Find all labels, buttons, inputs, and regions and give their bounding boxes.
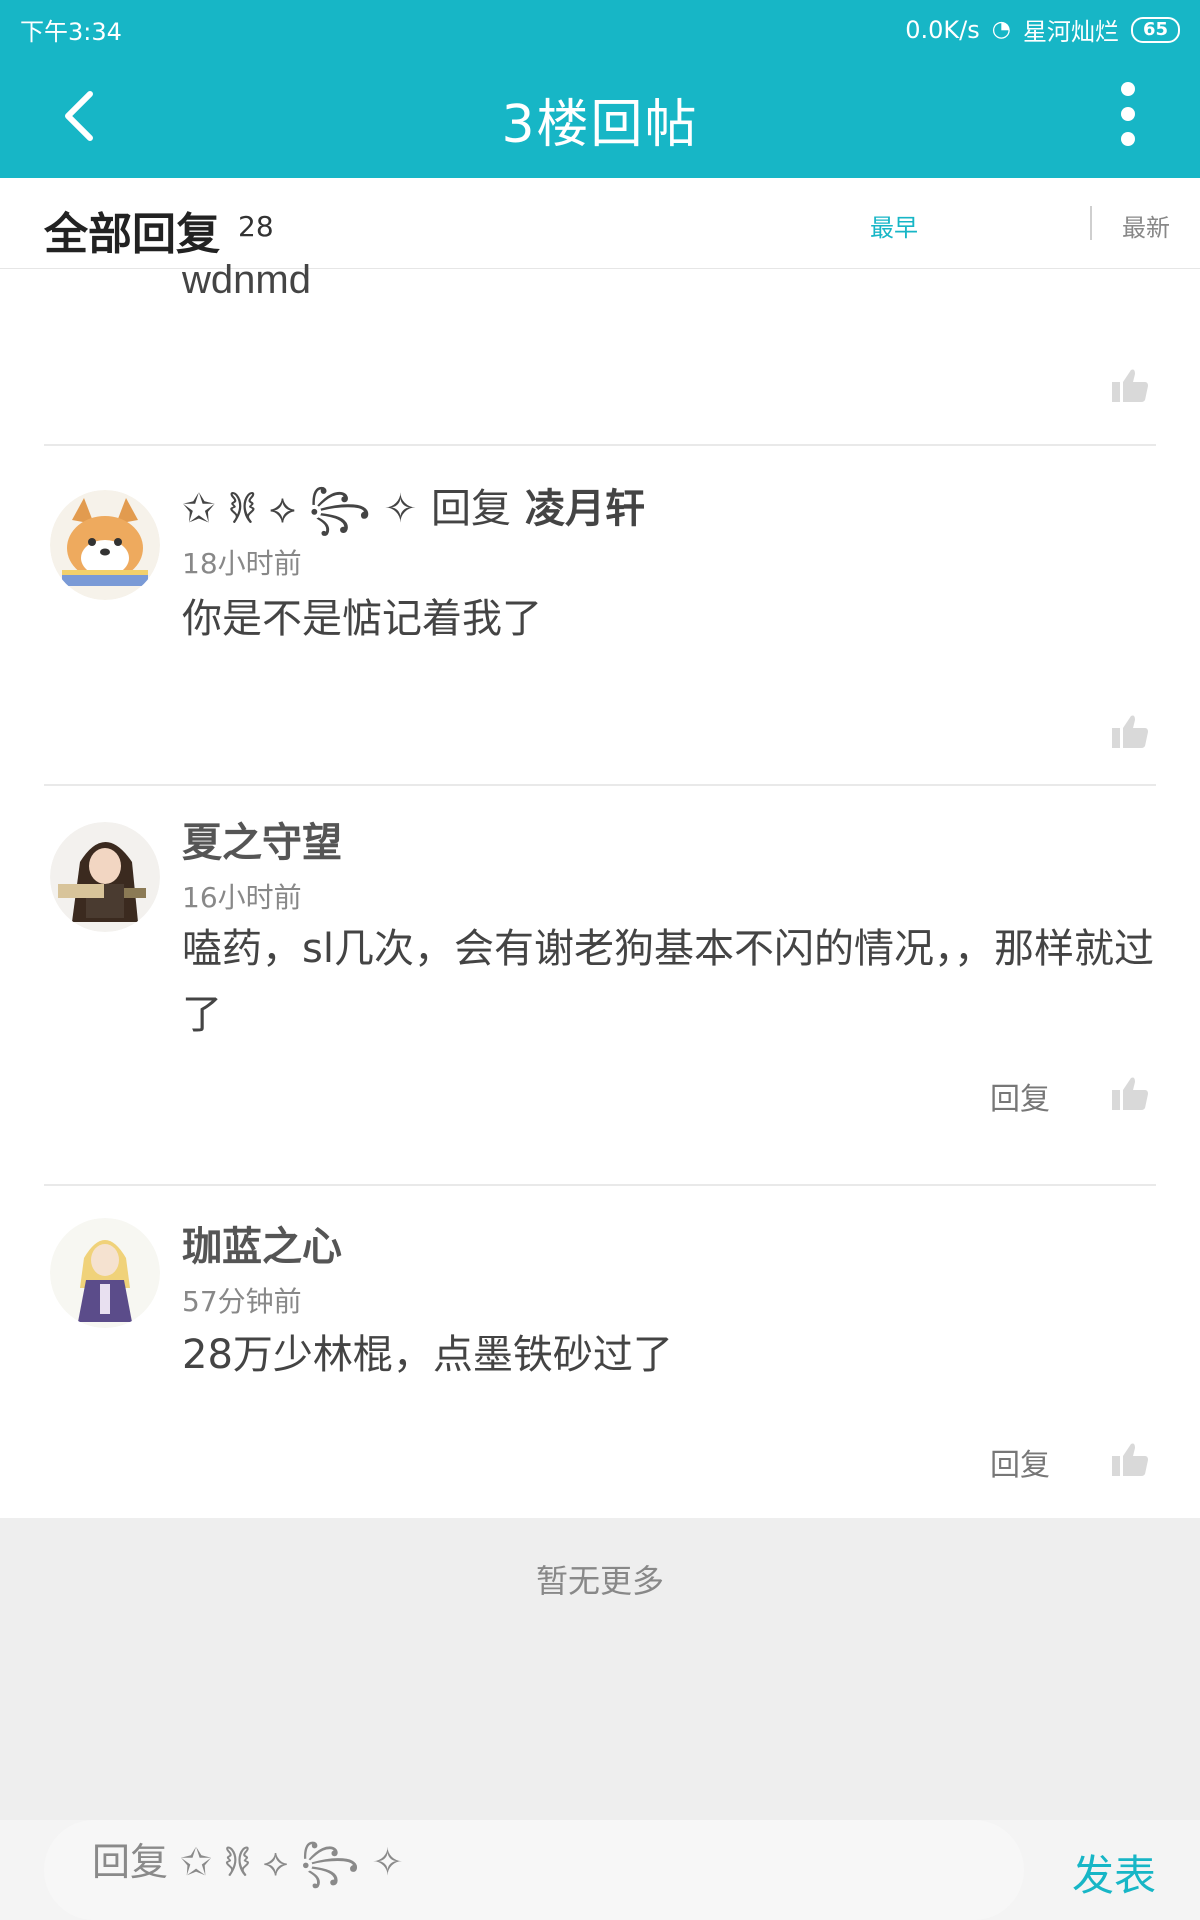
- sort-separator: [1090, 206, 1092, 240]
- sort-latest-button[interactable]: 最新: [1122, 208, 1170, 243]
- reply-to-word: 回复: [431, 486, 512, 532]
- reply-to-user[interactable]: 凌月轩: [525, 486, 645, 532]
- bottom-reply-bar: 回复 ✩ 𐦍 ⟡ ꧂ ✧ 发表: [0, 1820, 1200, 1920]
- anime-blonde-avatar-image: [50, 1218, 160, 1328]
- reply-button[interactable]: 回复: [990, 1074, 1050, 1118]
- divider: [44, 784, 1156, 786]
- reply-time: 18小时前: [182, 547, 302, 580]
- battery-level: 65: [1142, 18, 1168, 40]
- no-more-area: 暂无更多: [0, 1518, 1200, 1820]
- wifi-icon: ◔: [991, 17, 1011, 42]
- more-dot: [1121, 132, 1135, 146]
- battery-icon: 65: [1130, 16, 1180, 43]
- anime-girl-avatar-image: [50, 822, 160, 932]
- network-name: 星河灿烂: [1022, 18, 1119, 46]
- shiba-avatar-image: [50, 490, 160, 600]
- replies-bar: 全部回复 28 最早 最新: [0, 178, 1200, 269]
- status-time: 下午3:34: [20, 18, 122, 46]
- more-dot: [1121, 107, 1135, 121]
- reply-author[interactable]: 夏之守望: [182, 810, 342, 868]
- reply-content: 28万少林棍，点墨铁砂过了: [182, 1332, 673, 1378]
- avatar[interactable]: [50, 822, 160, 932]
- status-bar: 下午3:34 0.0K/s ◔ 星河灿烂 65: [0, 0, 1200, 52]
- sort-earliest-button[interactable]: 最早: [870, 208, 918, 243]
- reply-content: 你是不是惦记着我了: [182, 596, 542, 642]
- more-vertical-icon: [1121, 82, 1135, 96]
- page-title: 3楼回帖: [501, 95, 699, 155]
- divider: [44, 444, 1156, 446]
- more-button[interactable]: [1108, 82, 1148, 146]
- network-speed: 0.0K/s: [905, 15, 980, 44]
- status-right: 0.0K/s ◔ 星河灿烂 65: [905, 12, 1180, 47]
- avatar[interactable]: [50, 1218, 160, 1328]
- avatar[interactable]: [50, 490, 160, 600]
- publish-button[interactable]: 发表: [1072, 1842, 1156, 1903]
- like-icon[interactable]: [1112, 714, 1148, 748]
- replies-count: 28: [238, 210, 274, 243]
- reply-content: 嗑药，sl几次，会有谢老狗基本不闪的情况，，那样就过了: [182, 926, 1154, 1038]
- reply-input[interactable]: 回复 ✩ 𐦍 ⟡ ꧂ ✧: [44, 1820, 1024, 1920]
- reply-author[interactable]: ✩ 𐦍 ⟡ ꧂ ✧: [182, 486, 417, 532]
- like-icon[interactable]: [1112, 1442, 1148, 1476]
- top-app-bar: 3楼回帖: [0, 52, 1200, 178]
- replies-title: 全部回复: [44, 209, 220, 260]
- reply-author[interactable]: 珈蓝之心: [182, 1214, 342, 1272]
- reply-time: 16小时前: [182, 881, 302, 914]
- reply-button[interactable]: 回复: [990, 1440, 1050, 1484]
- divider: [44, 1184, 1156, 1186]
- like-icon[interactable]: [1112, 1076, 1148, 1110]
- reply-time: 57分钟前: [182, 1285, 302, 1318]
- like-icon[interactable]: [1112, 368, 1148, 402]
- no-more-text: 暂无更多: [535, 1562, 664, 1600]
- reply-input-placeholder: 回复 ✩ 𐦍 ⟡ ꧂ ✧: [92, 1839, 404, 1884]
- partial-post-text: wdnmd: [182, 258, 311, 302]
